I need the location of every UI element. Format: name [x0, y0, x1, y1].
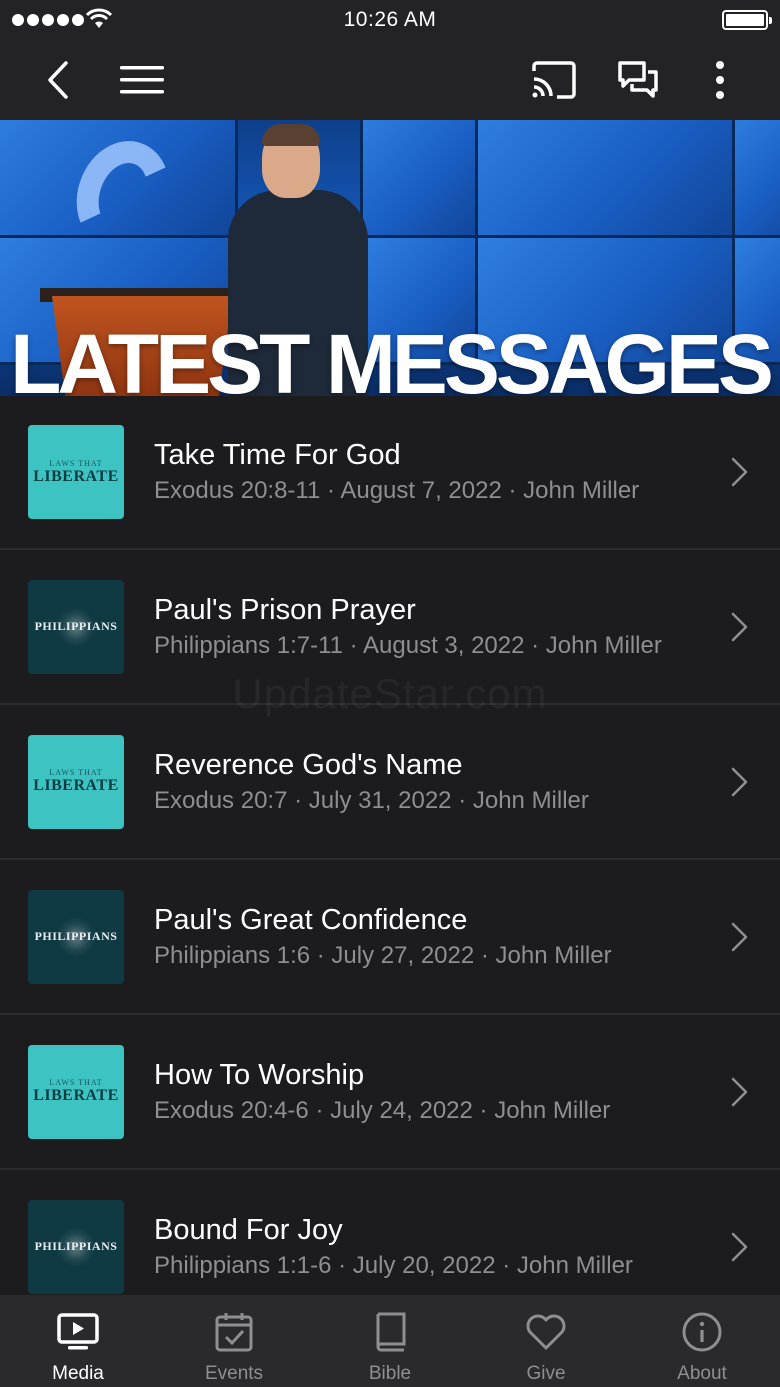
- tab-media[interactable]: Media: [0, 1295, 156, 1387]
- status-time: 10:26 AM: [343, 8, 437, 31]
- navigation-bar: [0, 40, 780, 120]
- message-subtitle: Philippians 1:7-11 · August 3, 2022 · Jo…: [154, 631, 662, 659]
- tab-about[interactable]: About: [624, 1295, 780, 1387]
- message-subtitle: Exodus 20:8-11 · August 7, 2022 · John M…: [154, 477, 640, 504]
- calendar-icon: [211, 1309, 257, 1355]
- list-item[interactable]: PHILIPPIANS Paul's Prison Prayer Philipp…: [0, 550, 780, 705]
- message-title: Bound For Joy: [154, 1213, 343, 1246]
- more-options-button[interactable]: [690, 50, 750, 110]
- chevron-right-icon: [731, 612, 748, 641]
- thumbnail-title: PHILIPPIANS: [34, 619, 118, 633]
- message-subtitle: Philippians 1:1-6 · July 20, 2022 · John…: [154, 1251, 633, 1279]
- chevron-left-icon: [48, 61, 68, 99]
- status-bar: 10:26 AM: [0, 0, 780, 40]
- series-thumbnail: LAWS THAT LIBERATE: [28, 1044, 124, 1139]
- hamburger-menu-icon: [120, 66, 164, 94]
- series-thumbnail: LAWS THAT LIBERATE: [28, 734, 124, 829]
- tab-bar: Media Events Bible Give About: [0, 1295, 780, 1387]
- back-button[interactable]: [28, 50, 88, 110]
- thumbnail-title: LIBERATE: [33, 467, 119, 485]
- chevron-right-icon: [731, 1232, 748, 1261]
- menu-button[interactable]: [112, 50, 172, 110]
- list-item[interactable]: LAWS THAT LIBERATE Take Time For God Exo…: [0, 396, 780, 550]
- info-icon: [679, 1309, 725, 1355]
- series-thumbnail: PHILIPPIANS: [28, 579, 124, 674]
- thumbnail-title: PHILIPPIANS: [34, 929, 118, 943]
- thumbnail-subtitle: LAWS THAT: [49, 458, 103, 468]
- series-thumbnail: LAWS THAT LIBERATE: [28, 425, 124, 519]
- tab-label: About: [677, 1363, 727, 1384]
- tab-label: Give: [526, 1363, 566, 1384]
- tab-label: Events: [204, 1363, 264, 1384]
- list-item[interactable]: LAWS THAT LIBERATE How To Worship Exodus…: [0, 1015, 780, 1170]
- chevron-right-icon: [731, 922, 748, 951]
- message-subtitle: Exodus 20:4-6 · July 24, 2022 · John Mil…: [154, 1096, 611, 1124]
- hero-title: LATEST MESSAGES: [10, 317, 774, 396]
- message-title: Paul's Great Confidence: [154, 903, 468, 936]
- media-icon: [55, 1309, 101, 1355]
- hero-screen-panel: [475, 120, 737, 240]
- message-title: Reverence God's Name: [154, 748, 463, 781]
- thumbnail-subtitle: LAWS THAT: [49, 1078, 103, 1087]
- tab-label: Media: [52, 1363, 104, 1384]
- chat-button[interactable]: [608, 50, 668, 110]
- tab-give[interactable]: Give: [468, 1295, 624, 1387]
- more-vertical-icon: [716, 61, 724, 99]
- tab-bible[interactable]: Bible: [312, 1295, 468, 1387]
- chevron-right-icon: [731, 457, 748, 487]
- message-list[interactable]: LAWS THAT LIBERATE Take Time For God Exo…: [0, 396, 780, 1295]
- list-item[interactable]: LAWS THAT LIBERATE Reverence God's Name …: [0, 705, 780, 860]
- chevron-right-icon: [731, 1077, 748, 1106]
- chat-icon: [618, 61, 658, 98]
- list-item[interactable]: PHILIPPIANS Paul's Great Confidence Phil…: [0, 860, 780, 1015]
- message-title: Take Time For God: [154, 439, 401, 471]
- cast-button[interactable]: [524, 50, 584, 110]
- battery-icon: [722, 10, 772, 30]
- thumbnail-title: LIBERATE: [33, 1087, 119, 1104]
- cast-icon: [532, 61, 576, 99]
- tab-events[interactable]: Events: [156, 1295, 312, 1387]
- thumbnail-subtitle: LAWS THAT: [49, 768, 103, 777]
- list-item[interactable]: PHILIPPIANS Bound For Joy Philippians 1:…: [0, 1170, 780, 1295]
- message-subtitle: Philippians 1:6 · July 27, 2022 · John M…: [154, 941, 612, 969]
- speaker-hair: [262, 124, 320, 146]
- series-thumbnail: PHILIPPIANS: [28, 1199, 124, 1294]
- heart-icon: [523, 1309, 569, 1355]
- hero-screen-panel: [732, 120, 780, 240]
- series-thumbnail: PHILIPPIANS: [28, 889, 124, 984]
- book-icon: [367, 1309, 413, 1355]
- hero-screen-panel: [360, 120, 480, 240]
- message-title: Paul's Prison Prayer: [154, 593, 416, 626]
- hero-banner[interactable]: LATEST MESSAGES: [0, 120, 780, 396]
- chevron-right-icon: [731, 767, 748, 796]
- message-subtitle: Exodus 20:7 · July 31, 2022 · John Mille…: [154, 786, 589, 814]
- message-title: How To Worship: [154, 1058, 365, 1091]
- thumbnail-title: LIBERATE: [33, 777, 119, 794]
- tab-label: Bible: [368, 1363, 412, 1384]
- thumbnail-title: PHILIPPIANS: [34, 1239, 118, 1253]
